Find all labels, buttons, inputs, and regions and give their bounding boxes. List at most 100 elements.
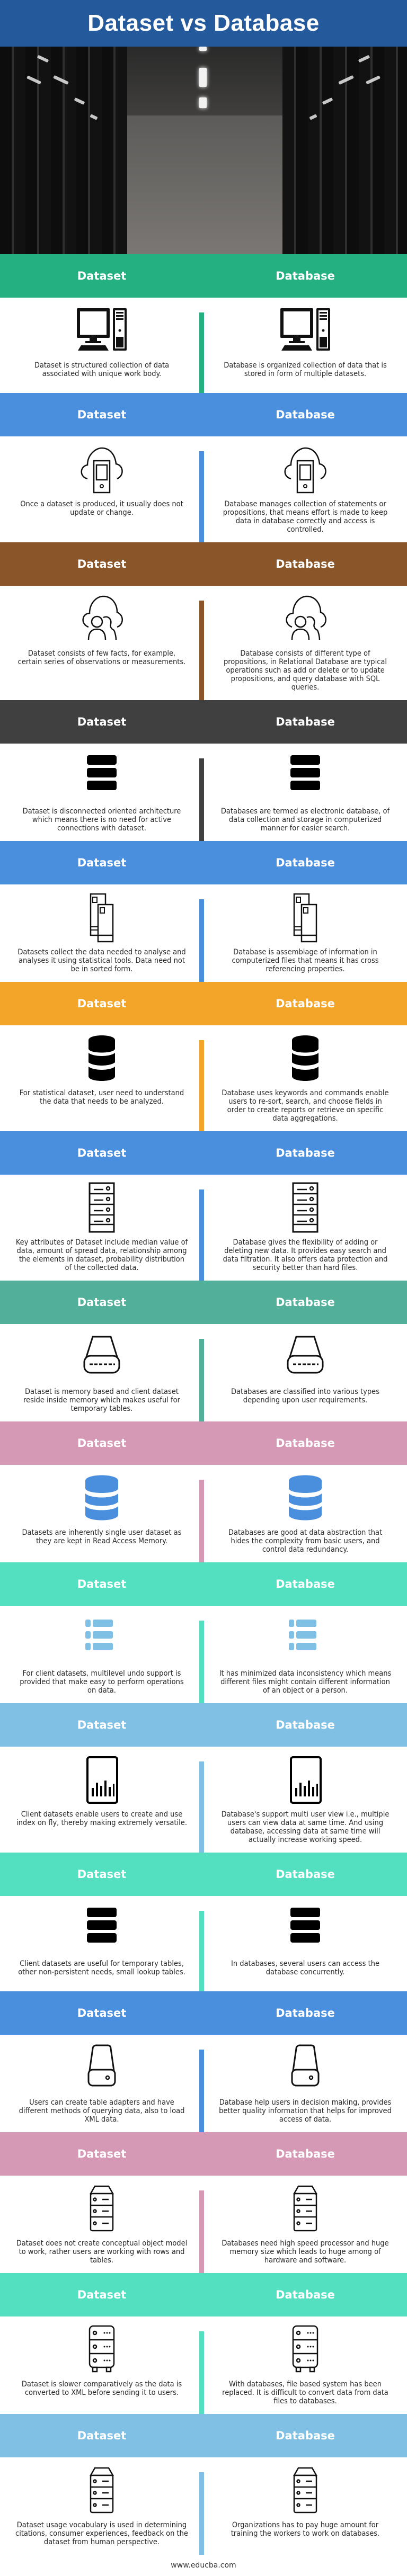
- header-database-label: Database: [276, 856, 335, 869]
- server-cabinet-icon: [276, 2182, 334, 2235]
- database-description: Database is organized collection of data…: [224, 361, 387, 378]
- header-database-label: Database: [276, 558, 335, 570]
- dataset-column: Client datasets enable users to create a…: [0, 1747, 204, 1853]
- back-wall: [127, 115, 282, 254]
- database-cylinder-icon: [276, 1032, 334, 1085]
- database-description: With databases, file based system has be…: [222, 2380, 388, 2405]
- column-divider: [199, 2050, 204, 2132]
- column-divider: [199, 2331, 204, 2414]
- database-column: With databases, file based system has be…: [204, 2316, 407, 2414]
- server-rack-icon: [73, 1181, 131, 1234]
- dataset-description: For client datasets, multilevel undo sup…: [20, 1669, 184, 1695]
- header-dataset-label: Dataset: [77, 1868, 127, 1881]
- header-dataset-label: Dataset: [77, 2007, 127, 2019]
- database-column: Databases are classified into various ty…: [204, 1324, 407, 1421]
- database-blue-icon: [276, 1471, 334, 1524]
- dataset-column: Dataset consists of few facts, for examp…: [0, 586, 204, 700]
- section-header: Dataset Database: [0, 393, 407, 436]
- dataset-column: For statistical dataset, user need to un…: [0, 1025, 204, 1131]
- header-database-label: Database: [276, 2288, 335, 2301]
- cloud-users-icon: [73, 592, 131, 645]
- dataset-description: Dataset is memory based and client datas…: [23, 1388, 180, 1413]
- header-dataset-label: Dataset: [77, 2288, 127, 2301]
- dataset-description: Key attributes of Dataset include median…: [15, 1238, 188, 1272]
- dataset-column: Client datasets are useful for temporary…: [0, 1896, 204, 1991]
- header-database-label: Database: [276, 270, 335, 282]
- section-body: Datasets collect the data needed to anal…: [0, 884, 407, 982]
- server-feet-icon: [73, 2323, 131, 2376]
- section-header: Dataset Database: [0, 1131, 407, 1175]
- column-divider: [199, 601, 204, 700]
- dataset-description: Once a dataset is produced, it usually d…: [20, 500, 183, 517]
- hard-drive-icon: [276, 1330, 334, 1383]
- database-description: Databases are classified into various ty…: [231, 1388, 380, 1405]
- dataset-column: Users can create table adapters and have…: [0, 2035, 204, 2132]
- list-table-icon: [276, 1612, 334, 1665]
- database-column: Databases are termed as electronic datab…: [204, 744, 407, 841]
- server-cabinet-icon: [73, 2182, 131, 2235]
- server-rack-left: [0, 47, 127, 254]
- title-banner: Dataset vs Database: [0, 0, 407, 47]
- stacked-bars-icon: [276, 750, 334, 803]
- server-cabinet-icon: [73, 2464, 131, 2517]
- server-room-photo: [0, 47, 407, 254]
- header-database-label: Database: [276, 1147, 335, 1159]
- header-dataset-label: Dataset: [77, 1578, 127, 1590]
- database-column: Databases are good at data abstraction t…: [204, 1465, 407, 1562]
- section-body: Dataset usage vocabulary is used in dete…: [0, 2457, 407, 2555]
- header-dataset-label: Dataset: [77, 408, 127, 421]
- section-header: Dataset Database: [0, 2273, 407, 2316]
- section-header: Dataset Database: [0, 1991, 407, 2035]
- dataset-description: Users can create table adapters and have…: [19, 2098, 185, 2124]
- header-dataset-label: Dataset: [77, 1147, 127, 1159]
- ceiling-light: [199, 68, 207, 87]
- dataset-description: Dataset is disconnected oriented archite…: [22, 807, 181, 833]
- ceiling-light: [199, 97, 207, 108]
- database-description: Database's support multi user view i.e.,…: [221, 1810, 390, 1844]
- database-description: Database uses keywords and commands enab…: [222, 1089, 389, 1123]
- section-header: Dataset Database: [0, 700, 407, 744]
- cloud-mobile-icon: [276, 443, 334, 496]
- dataset-description: For statistical dataset, user need to un…: [19, 1089, 184, 1106]
- header-dataset-label: Dataset: [77, 1296, 127, 1309]
- header-database-label: Database: [276, 1719, 335, 1731]
- column-divider: [199, 2472, 204, 2555]
- database-column: Databases need high speed processor and …: [204, 2176, 407, 2273]
- database-description: Database manages collection of statement…: [223, 500, 388, 534]
- server-towers-icon: [276, 891, 334, 944]
- database-description: Database help users in decision making, …: [219, 2098, 392, 2124]
- bar-chart-tablet-icon: [73, 1753, 131, 1806]
- database-column: Database manages collection of statement…: [204, 436, 407, 542]
- dataset-column: Dataset is memory based and client datas…: [0, 1324, 204, 1421]
- section-header: Dataset Database: [0, 1421, 407, 1465]
- dataset-description: Dataset consists of few facts, for examp…: [17, 649, 186, 666]
- database-column: Database consists of different type of p…: [204, 586, 407, 700]
- section-header: Dataset Database: [0, 2414, 407, 2457]
- column-divider: [199, 1040, 204, 1131]
- database-description: Databases need high speed processor and …: [222, 2239, 389, 2265]
- dataset-column: Dataset is structured collection of data…: [0, 298, 204, 393]
- section-body: Dataset consists of few facts, for examp…: [0, 586, 407, 700]
- section-header: Dataset Database: [0, 254, 407, 298]
- section-body: Once a dataset is produced, it usually d…: [0, 436, 407, 542]
- database-column: Organizations has to pay huge amount for…: [204, 2457, 407, 2555]
- header-database-label: Database: [276, 1578, 335, 1590]
- dataset-description: Dataset is slower comparatively as the d…: [21, 2380, 182, 2397]
- header-dataset-label: Dataset: [77, 2429, 127, 2442]
- header-database-label: Database: [276, 2429, 335, 2442]
- header-database-label: Database: [276, 2007, 335, 2019]
- dataset-description: Dataset is structured collection of data…: [34, 361, 170, 378]
- dataset-description: Dataset usage vocabulary is used in dete…: [15, 2521, 188, 2546]
- database-description: Database gives the flexibility of adding…: [223, 1238, 388, 1272]
- server-cabinet-icon: [276, 2464, 334, 2517]
- database-description: Databases are good at data abstraction t…: [228, 1528, 383, 1554]
- header-database-label: Database: [276, 408, 335, 421]
- server-rack-icon: [276, 1181, 334, 1234]
- database-description: Database is assemblage of information in…: [232, 948, 379, 973]
- column-divider: [199, 899, 204, 982]
- bar-chart-tablet-icon: [276, 1753, 334, 1806]
- column-divider: [199, 1480, 204, 1562]
- column-divider: [199, 1911, 204, 1991]
- footer-website: www.educba.com: [171, 2561, 236, 2570]
- dataset-column: Datasets collect the data needed to anal…: [0, 884, 204, 982]
